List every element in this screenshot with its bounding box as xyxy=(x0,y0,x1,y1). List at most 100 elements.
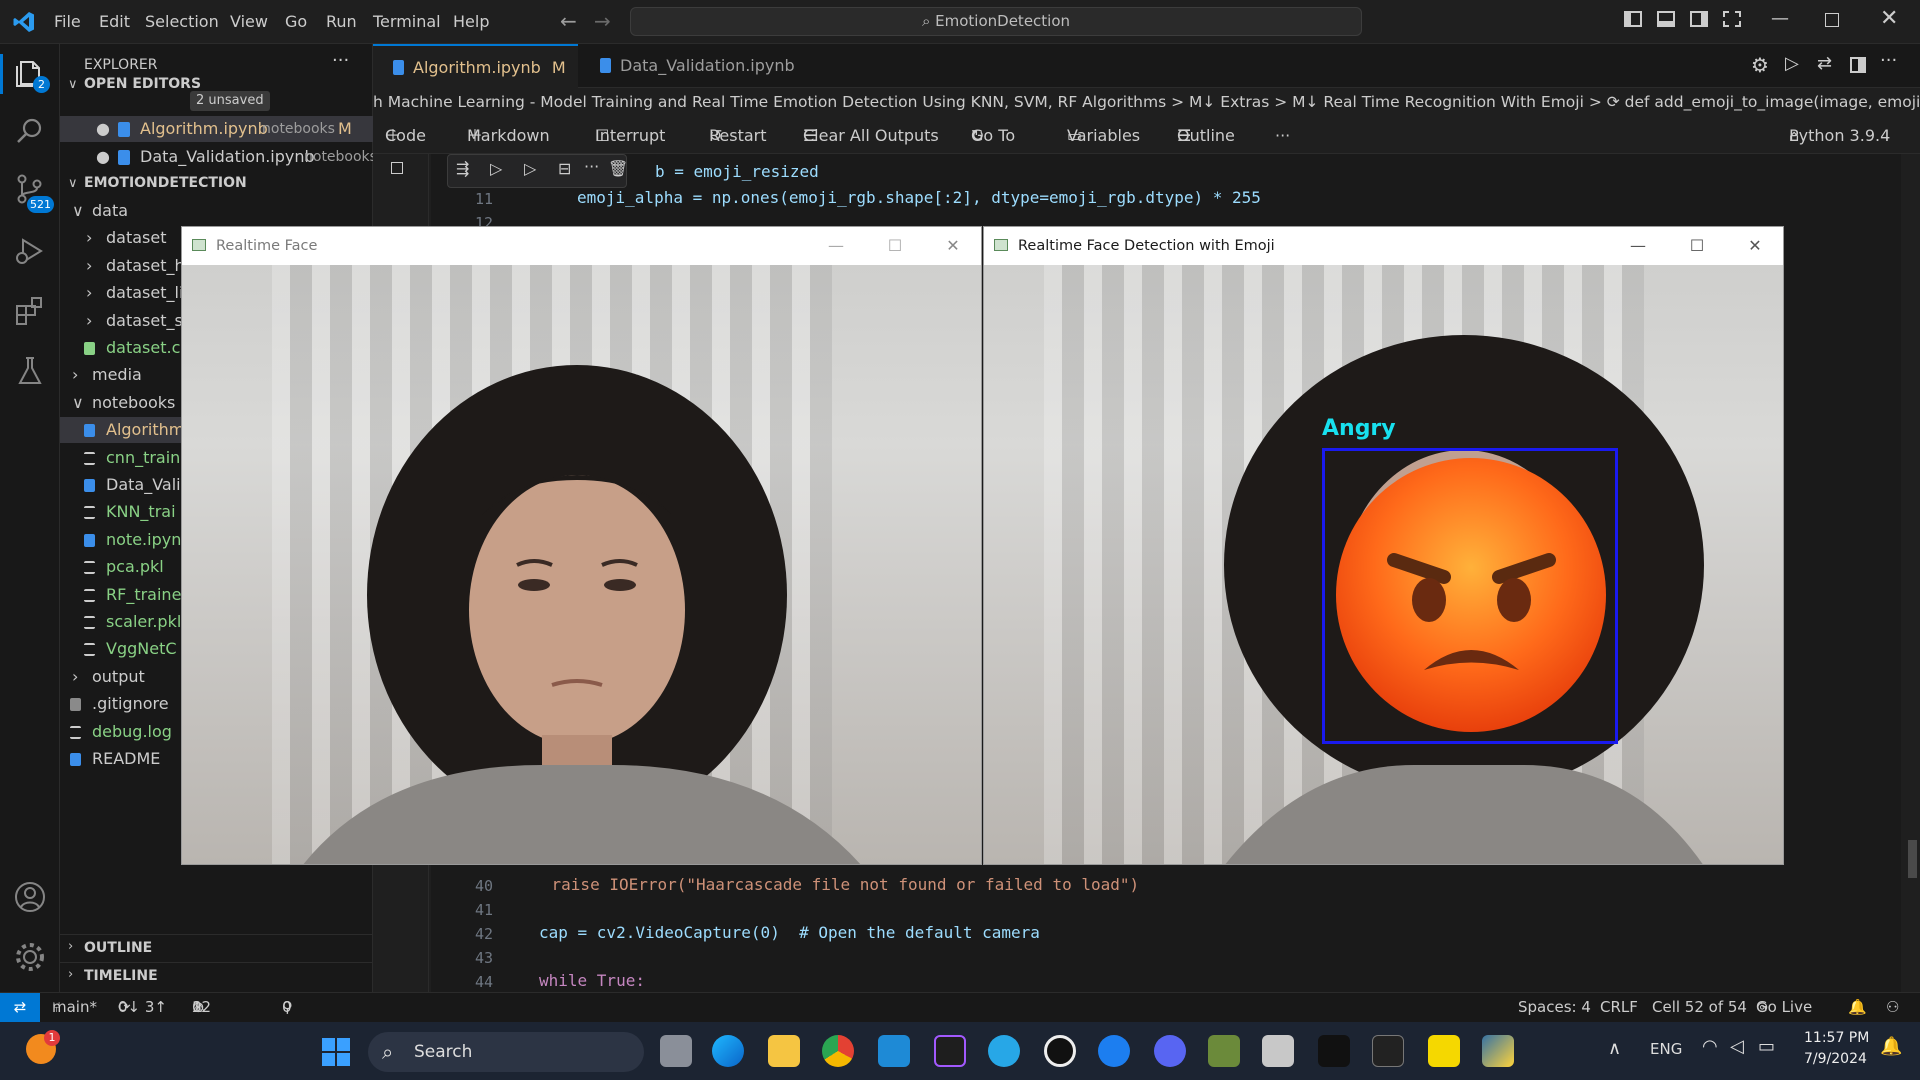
unsaved-dot-icon[interactable]: ● xyxy=(96,144,110,170)
menu-file[interactable]: File xyxy=(54,12,81,31)
split-editor-icon[interactable] xyxy=(1850,57,1866,73)
telegram-icon[interactable] xyxy=(988,1035,1020,1067)
copilot-icon[interactable]: ⚇ xyxy=(1886,993,1899,1022)
code-line[interactable]: b = emoji_resized xyxy=(655,162,819,181)
restore-icon[interactable] xyxy=(1825,13,1839,27)
chrome-icon[interactable] xyxy=(822,1035,854,1067)
more-actions-icon[interactable]: ··· xyxy=(1880,50,1897,71)
toggle-sidebar-icon[interactable] xyxy=(1624,11,1642,27)
open-editor-item[interactable]: ● Data_Validation.ipynb notebooks xyxy=(60,144,373,170)
emoji-detection-window[interactable]: Realtime Face Detection with Emoji — ☐ ✕… xyxy=(983,226,1784,865)
breadcrumb[interactable]: h Machine Learning - Model Training and … xyxy=(373,88,1920,118)
task-view-icon[interactable] xyxy=(660,1035,692,1067)
vscode-taskbar-icon[interactable] xyxy=(878,1035,910,1067)
more-actions-icon[interactable]: ··· xyxy=(1275,118,1290,154)
clock-time[interactable]: 11:57 PM xyxy=(1804,1030,1869,1046)
cell-status[interactable]: Cell 52 of 54 xyxy=(1652,993,1747,1022)
chevron-down-icon[interactable]: ∨ xyxy=(68,176,78,191)
wifi-icon[interactable]: ◠ xyxy=(1702,1036,1718,1057)
figma-icon[interactable] xyxy=(934,1035,966,1067)
project-header[interactable]: EMOTIONDETECTION xyxy=(84,175,247,191)
open-editors-header[interactable]: OPEN EDITORS xyxy=(84,76,201,92)
settings-gear-icon[interactable]: ⚙ xyxy=(1751,53,1769,77)
tab-data-validation[interactable]: Data_Validation.ipynb ● xyxy=(580,44,805,119)
forward-arrow-icon[interactable]: → xyxy=(594,9,611,33)
source-control-icon[interactable]: 521 xyxy=(13,172,54,213)
extensions-icon[interactable] xyxy=(13,294,47,328)
menu-help[interactable]: Help xyxy=(453,12,489,31)
execute-below-icon[interactable]: ▷ xyxy=(524,159,536,178)
eol-status[interactable]: CRLF xyxy=(1600,993,1638,1022)
open-editor-item[interactable]: ● Algorithm.ipynb notebooks M xyxy=(60,116,373,142)
edge-icon[interactable] xyxy=(712,1035,744,1067)
code-line[interactable]: emoji_alpha = np.ones(emoji_rgb.shape[:2… xyxy=(577,188,1261,207)
minimize-icon[interactable]: — xyxy=(807,227,865,265)
windows-start-icon[interactable] xyxy=(322,1038,350,1066)
game-launcher-icon[interactable] xyxy=(1318,1035,1350,1067)
close-icon[interactable]: ✕ xyxy=(924,227,981,265)
toggle-secondary-sidebar-icon[interactable] xyxy=(1690,11,1708,27)
back-arrow-icon[interactable]: ← xyxy=(560,9,577,33)
volume-icon[interactable]: ◁ xyxy=(1730,1036,1744,1057)
minecraft-icon[interactable] xyxy=(1208,1035,1240,1067)
game-icon[interactable] xyxy=(1262,1035,1294,1067)
run-icon[interactable]: ▷ xyxy=(1785,53,1799,74)
vpn-icon[interactable] xyxy=(1098,1035,1130,1067)
code-line[interactable]: while True: xyxy=(539,971,645,990)
accounts-icon[interactable] xyxy=(13,880,47,914)
chevron-down-icon[interactable]: ∨ xyxy=(68,77,78,92)
timeline-header[interactable]: TIMELINE xyxy=(84,968,158,984)
maximize-icon[interactable]: ☐ xyxy=(1668,227,1726,265)
more-actions-icon[interactable]: ··· xyxy=(584,157,599,176)
command-center-search[interactable]: ⌕ EmotionDetection xyxy=(630,7,1362,36)
chevron-right-icon[interactable]: › xyxy=(68,967,73,982)
minimize-icon[interactable]: — xyxy=(1609,227,1667,265)
chevron-right-icon[interactable]: › xyxy=(68,939,73,954)
execute-above-icon[interactable]: ⇶ xyxy=(456,159,469,178)
close-icon[interactable]: ✕ xyxy=(1880,6,1898,31)
notification-bell-icon[interactable]: 🔔 xyxy=(1880,1036,1902,1057)
tab-algorithm[interactable]: Algorithm.ipynb M ● xyxy=(373,44,578,121)
menu-run[interactable]: Run xyxy=(326,12,357,31)
realtime-face-window[interactable]: Realtime Face — ☐ ✕ xyxy=(181,226,982,865)
execute-cell-icon[interactable]: ▷ xyxy=(490,159,502,178)
clock-date[interactable]: 7/9/2024 xyxy=(1804,1051,1867,1067)
window-titlebar[interactable]: Realtime Face — ☐ ✕ xyxy=(182,227,981,265)
cell-collapse-icon[interactable] xyxy=(391,162,403,174)
battery-icon[interactable]: ▭ xyxy=(1758,1036,1775,1057)
tree-item[interactable]: ∨ data xyxy=(60,198,373,224)
search-icon[interactable] xyxy=(13,114,47,148)
obs-record-icon[interactable] xyxy=(1044,1035,1076,1067)
menu-terminal[interactable]: Terminal xyxy=(373,12,441,31)
breadcrumb-path[interactable]: h Machine Learning - Model Training and … xyxy=(373,93,1920,111)
menu-edit[interactable]: Edit xyxy=(99,12,130,31)
remote-icon[interactable]: ⇄ xyxy=(0,993,40,1022)
minimize-icon[interactable]: — xyxy=(1771,8,1789,29)
maximize-icon[interactable]: ☐ xyxy=(866,227,924,265)
discord-icon[interactable] xyxy=(1154,1035,1186,1067)
explorer-icon[interactable]: 2 xyxy=(13,56,50,93)
file-explorer-icon[interactable] xyxy=(768,1035,800,1067)
menu-selection[interactable]: Selection xyxy=(145,12,219,31)
window-titlebar[interactable]: Realtime Face Detection with Emoji — ☐ ✕ xyxy=(984,227,1783,265)
indentation-status[interactable]: Spaces: 4 xyxy=(1518,993,1591,1022)
run-debug-icon[interactable] xyxy=(13,234,47,268)
code-line[interactable]: cap = cv2.VideoCapture(0) # Open the def… xyxy=(539,923,1040,942)
split-cell-icon[interactable]: ⊟ xyxy=(558,159,571,178)
taskbar-search-box[interactable]: ⌕ Search xyxy=(368,1032,644,1072)
chevron-up-icon[interactable]: ∧ xyxy=(1608,1038,1621,1059)
toggle-panel-icon[interactable] xyxy=(1657,11,1675,27)
unsaved-dot-icon[interactable]: ● xyxy=(96,116,110,142)
outline-header[interactable]: OUTLINE xyxy=(84,940,152,956)
delete-cell-icon[interactable]: 🗑 xyxy=(608,159,628,178)
python-icon[interactable] xyxy=(1482,1035,1514,1067)
compare-changes-icon[interactable]: ⇄ xyxy=(1817,53,1832,74)
more-actions-icon[interactable]: ··· xyxy=(332,50,349,71)
code-line[interactable]: raise IOError("Haarcascade file not foun… xyxy=(513,875,1140,894)
menu-go[interactable]: Go xyxy=(285,12,307,31)
manage-gear-icon[interactable] xyxy=(13,940,47,974)
close-icon[interactable]: ✕ xyxy=(1726,227,1783,265)
sticky-notes-icon[interactable] xyxy=(1428,1035,1460,1067)
menu-view[interactable]: View xyxy=(230,12,268,31)
notifications-bell-icon[interactable]: 🔔 xyxy=(1848,993,1867,1022)
